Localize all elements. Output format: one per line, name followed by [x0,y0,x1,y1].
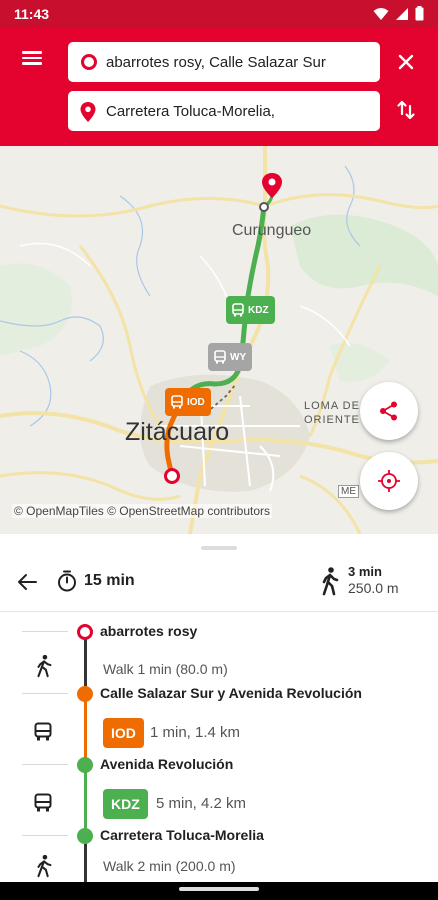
close-icon [398,54,414,70]
timer-icon [58,570,76,592]
trip-duration: 15 min [56,570,135,592]
my-location-button[interactable] [360,452,418,510]
walk-icon [37,654,52,678]
search-header: abarrotes rosy, Calle Salazar Sur Carret… [0,28,438,146]
route-badge-label: WY [230,351,247,363]
stop-marker-green [77,828,93,844]
itinerary-stop[interactable]: Carretera Toluca-Morelia [0,824,438,848]
hamburger-icon-bar [22,62,42,65]
map-label-highway: ME [338,485,359,498]
destination-field[interactable]: Carretera Toluca-Morelia, [68,91,380,131]
trip-duration-text: 15 min [84,572,135,589]
battery-icon [415,6,424,21]
map-view[interactable]: Curungueo Zitácuaro LOMA DE ORIENTE ME K… [0,146,438,534]
itinerary-leg-bus[interactable]: IOD 1 min, 1.4 km [0,710,438,756]
swap-vertical-icon [397,100,415,120]
location-pin-icon [80,102,96,122]
system-nav-bar [0,882,438,900]
arrow-back-icon [18,574,37,590]
divider [22,835,68,836]
itinerary-sheet: 15 min 3 min 250.0 m abarrotes rosy Walk… [0,534,438,900]
bus-icon [232,303,244,317]
walk-icon [322,567,339,596]
map-label-zitacuaro: Zitácuaro [125,418,230,446]
map-label-curungueo: Curungueo [232,222,312,239]
itinerary-leg-bus[interactable]: KDZ 5 min, 4.2 km [0,781,438,827]
origin-circle-icon [81,54,97,70]
route-badge-label: IOD [187,396,205,408]
route-chip-label: KDZ [111,796,140,812]
wifi-icon [373,7,389,20]
origin-field[interactable]: abarrotes rosy, Calle Salazar Sur [68,42,380,82]
menu-button[interactable] [18,48,46,76]
divider [22,764,68,765]
stop-marker-orange [77,686,93,702]
walk-time: 3 min [348,564,382,579]
share-icon [380,401,397,421]
route-badge-iod[interactable]: IOD [165,388,211,416]
itinerary-stop[interactable]: abarrotes rosy [0,620,438,644]
leg-description: 1 min, 1.4 km [150,724,241,741]
status-bar: 11:43 [0,0,438,28]
crosshair-icon [378,470,400,492]
leg-description: Walk 2 min (200.0 m) [103,858,236,874]
map-label-oriente: ORIENTE [304,414,360,426]
back-button[interactable] [16,570,40,594]
itinerary-timeline: abarrotes rosy Walk 1 min (80.0 m) Calle… [0,612,438,900]
route-badge-wy[interactable]: WY [208,343,253,371]
route-badge-label: KDZ [248,304,269,316]
route-chip-iod: IOD [103,718,144,748]
map-label-loma: LOMA DE [304,400,360,412]
trip-summary: 15 min 3 min 250.0 m [0,564,438,612]
origin-stop-marker [77,624,93,640]
home-gesture-handle[interactable] [179,887,259,891]
swap-button[interactable] [394,98,418,122]
signal-icon [396,7,408,20]
walk-summary: 3 min 250.0 m [320,564,399,596]
divider [22,693,68,694]
destination-value: Carretera Toluca-Morelia, [106,102,275,120]
share-button[interactable] [360,382,418,440]
stop-marker-green [77,757,93,773]
bus-icon [34,722,52,741]
itinerary-stop[interactable]: Avenida Revolución [0,753,438,777]
leg-description: 5 min, 4.2 km [156,795,247,812]
stop-name: Calle Salazar Sur y Avenida Revolución [100,685,362,701]
hamburger-icon-bar [22,51,42,54]
route-chip-label: IOD [111,725,136,741]
route-chip-kdz: KDZ [103,789,148,819]
stop-name: Avenida Revolución [100,756,234,772]
bus-icon [34,793,52,812]
stop-name: abarrotes rosy [100,623,198,639]
stop-name: Carretera Toluca-Morelia [100,827,264,843]
bus-icon [171,395,183,409]
close-button[interactable] [394,50,418,74]
divider [22,631,68,632]
map-attribution: © OpenMapTiles © OpenStreetMap contribut… [12,504,273,518]
leg-description: Walk 1 min (80.0 m) [103,661,228,677]
origin-value: abarrotes rosy, Calle Salazar Sur [106,53,326,71]
walk-distance: 250.0 m [348,580,399,596]
status-icons [373,6,424,21]
hamburger-icon-bar [22,56,42,59]
route-badge-kdz[interactable]: KDZ [226,296,275,324]
drag-handle[interactable] [201,546,237,550]
itinerary-stop[interactable]: Calle Salazar Sur y Avenida Revolución [0,682,438,706]
walk-icon [37,854,52,878]
status-time: 11:43 [14,6,50,22]
bus-icon [214,350,226,364]
